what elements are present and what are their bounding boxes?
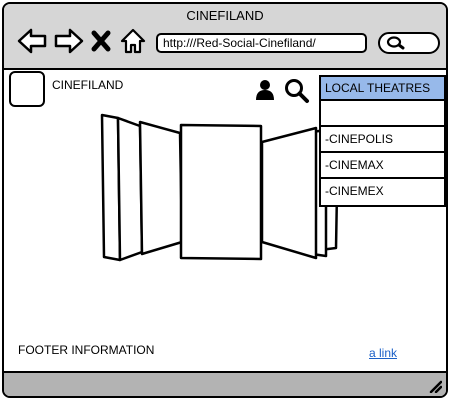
dropdown-item-empty (321, 101, 444, 127)
dropdown-item-cinemax[interactable]: -CINEMAX (321, 153, 444, 179)
cover-left-1 (138, 120, 184, 256)
local-theatres-dropdown[interactable]: LOCAL THEATRES -CINEPOLIS -CINEMAX -CINE… (319, 75, 446, 207)
x-icon (91, 30, 111, 52)
home-button[interactable] (118, 26, 148, 56)
browser-window: CINEFILAND http:///Red-Social-Cinefiland… (2, 2, 448, 398)
stop-button[interactable] (89, 26, 113, 56)
title-bar: CINEFILAND http:///Red-Social-Cinefiland… (4, 4, 446, 70)
forward-button[interactable] (54, 26, 84, 56)
brand-name: CINEFILAND (52, 78, 124, 92)
status-bar (4, 371, 446, 396)
dropdown-list: -CINEPOLIS -CINEMAX -CINEMEX (319, 101, 446, 207)
cover-flow-carousel[interactable] (98, 110, 348, 270)
dropdown-item-cinemex[interactable]: -CINEMEX (321, 179, 444, 205)
user-icon[interactable] (255, 79, 275, 106)
browser-search-button[interactable] (378, 32, 440, 54)
dropdown-header[interactable]: LOCAL THEATRES (319, 75, 446, 101)
cover-left-2 (116, 116, 144, 262)
footer-link[interactable]: a link (369, 346, 397, 360)
logo (9, 71, 45, 107)
page-content: CINEFILAND LOCAL THEATRES -CINEPOLIS -CI… (4, 70, 446, 375)
search-icon[interactable] (284, 78, 310, 109)
search-icon (386, 36, 405, 50)
back-button[interactable] (17, 26, 47, 56)
footer-information: FOOTER INFORMATION (18, 343, 155, 357)
window-title: CINEFILAND (186, 8, 264, 23)
resize-grip-icon[interactable] (428, 379, 442, 393)
url-input[interactable]: http:///Red-Social-Cinefiland/ (156, 33, 367, 53)
dropdown-item-cinepolis[interactable]: -CINEPOLIS (321, 127, 444, 153)
home-icon (120, 28, 146, 54)
arrow-right-icon (54, 28, 84, 54)
arrow-left-icon (17, 28, 47, 54)
cover-center (179, 123, 263, 261)
cover-right-1 (260, 126, 318, 260)
